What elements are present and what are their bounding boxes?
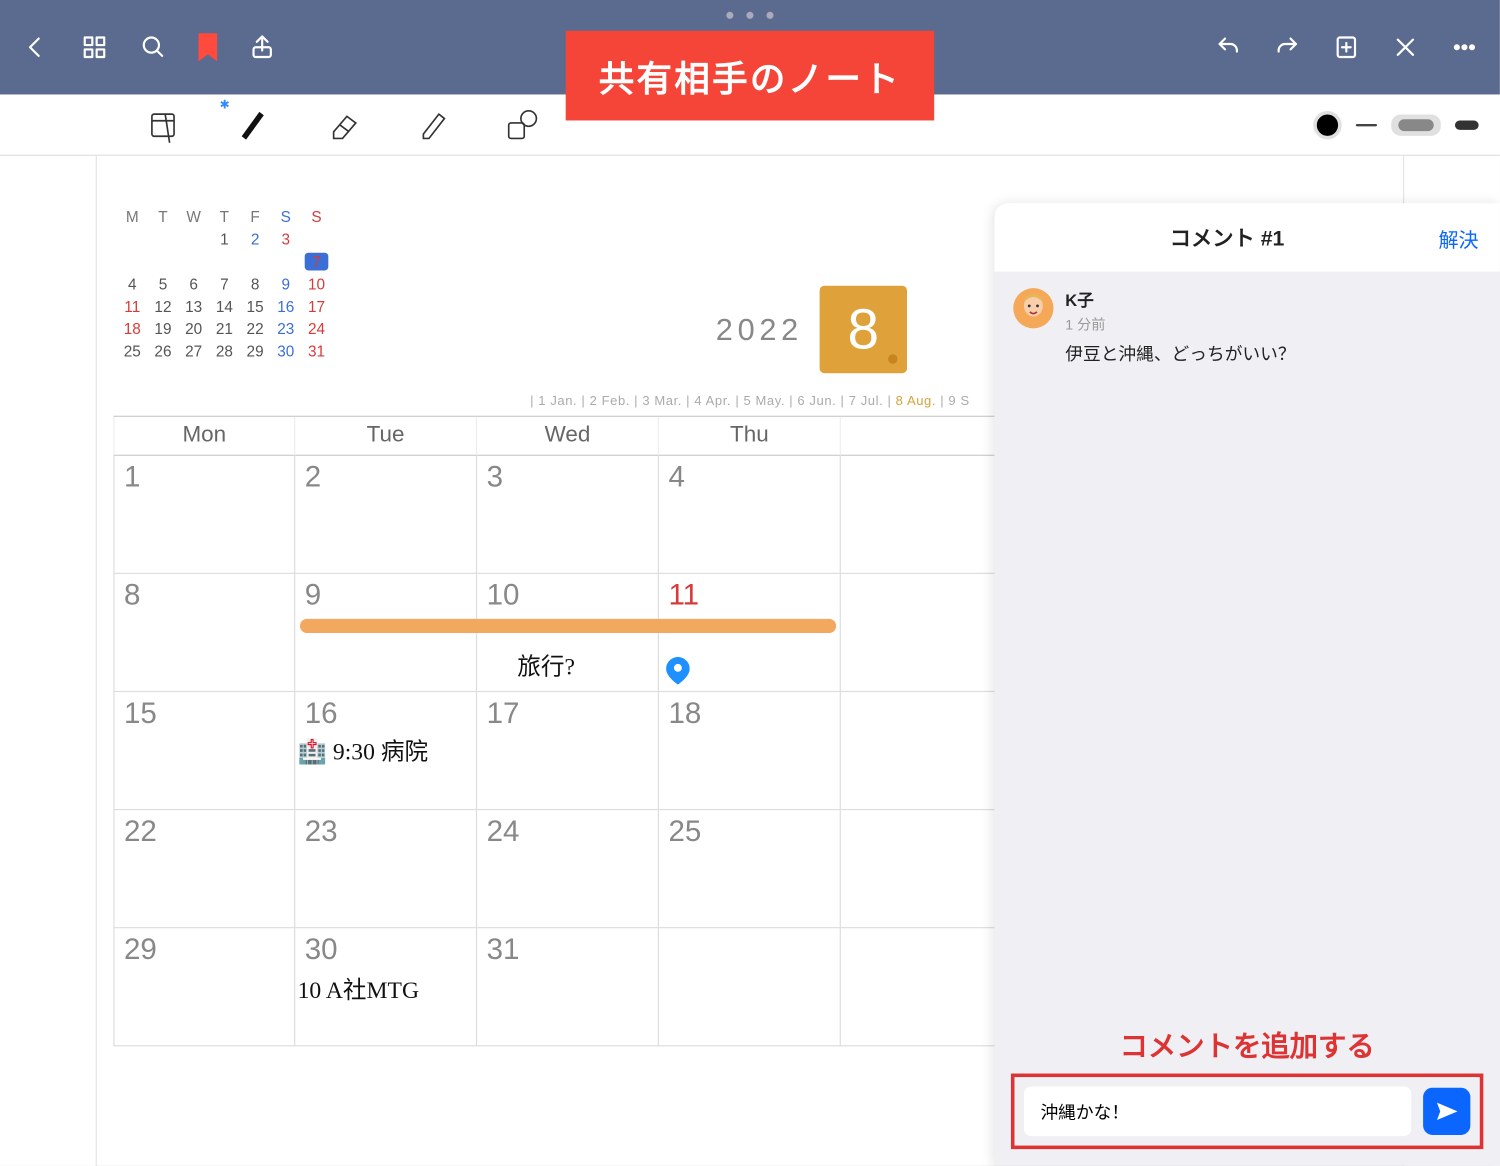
calendar-cell[interactable]: 24 <box>477 810 659 928</box>
undo-icon[interactable] <box>1214 33 1242 61</box>
calendar-cell[interactable]: 3010 A社MTG <box>295 928 477 1046</box>
color-swatch[interactable] <box>1313 110 1341 138</box>
comment-input[interactable] <box>1024 1087 1411 1137</box>
comment-text: 伊豆と沖縄、どっちがいい？ <box>1065 341 1295 366</box>
year-label: 2022 <box>716 311 803 348</box>
back-icon[interactable] <box>21 33 49 61</box>
comment-panel-title: コメント #1 <box>1016 222 1439 253</box>
grid-icon[interactable] <box>80 33 108 61</box>
avatar <box>1013 288 1053 328</box>
mini-calendar-left: MTWTFSS123745678910111213141516171819202… <box>113 203 335 365</box>
highlighter-tool-icon[interactable] <box>411 103 454 146</box>
day-header: Thu <box>659 417 841 456</box>
comment-pin-icon[interactable] <box>666 657 690 685</box>
add-page-icon[interactable] <box>1332 33 1360 61</box>
calendar-cell[interactable]: 31 <box>477 928 659 1046</box>
calendar-cell[interactable]: 25 <box>659 810 841 928</box>
resolve-button[interactable]: 解決 <box>1438 223 1478 253</box>
calendar-cell[interactable]: 18 <box>659 692 841 810</box>
month-badge: 8 <box>820 286 907 373</box>
stroke-selected[interactable] <box>1391 114 1441 135</box>
annotation-banner: 共有相手のノート <box>566 31 934 121</box>
close-icon[interactable] <box>1391 33 1419 61</box>
calendar-cell[interactable]: 3 <box>477 456 659 574</box>
bookmark-icon[interactable] <box>198 33 217 61</box>
day-header: Tue <box>295 417 477 456</box>
share-icon[interactable] <box>248 33 276 61</box>
calendar-cell[interactable]: 15 <box>113 692 295 810</box>
calendar-cell[interactable]: 16🏥 9:30 病院 <box>295 692 477 810</box>
eraser-tool-icon[interactable] <box>321 103 364 146</box>
pen-tool-icon[interactable]: ✱ <box>231 103 274 146</box>
annotation-add-comment: コメントを追加する <box>994 1018 1499 1074</box>
comment-panel: コメント #1 解決 K子 1 分前 伊豆と沖縄、どっちがいい？ コメントを追加… <box>994 203 1499 1166</box>
calendar-cell[interactable]: 1 <box>113 456 295 574</box>
redo-icon[interactable] <box>1273 33 1301 61</box>
calendar-cell[interactable]: 29 <box>113 928 295 1046</box>
multitask-dots[interactable] <box>726 12 773 19</box>
calendar-cell[interactable]: 17 <box>477 692 659 810</box>
comment-message: K子 1 分前 伊豆と沖縄、どっちがいい？ <box>994 272 1499 383</box>
day-header: Mon <box>113 417 295 456</box>
calendar-cell[interactable]: 8 <box>113 574 295 692</box>
comment-author: K子 <box>1065 288 1295 312</box>
calendar-cell[interactable]: 2 <box>295 456 477 574</box>
day-header: Wed <box>477 417 659 456</box>
send-button[interactable] <box>1423 1088 1470 1135</box>
comment-input-highlight <box>1011 1074 1483 1150</box>
stroke-thin[interactable] <box>1356 123 1377 125</box>
view-tool-icon[interactable] <box>142 103 185 146</box>
calendar-cell[interactable]: 4 <box>659 456 841 574</box>
calendar-cell[interactable]: 22 <box>113 810 295 928</box>
event-bar <box>300 619 836 633</box>
more-icon[interactable] <box>1450 33 1478 61</box>
search-icon[interactable] <box>139 33 167 61</box>
shape-tool-icon[interactable] <box>501 103 544 146</box>
calendar-cell[interactable] <box>659 928 841 1046</box>
comment-time: 1 分前 <box>1065 314 1295 334</box>
stroke-thick[interactable] <box>1455 120 1479 129</box>
calendar-cell[interactable]: 23 <box>295 810 477 928</box>
